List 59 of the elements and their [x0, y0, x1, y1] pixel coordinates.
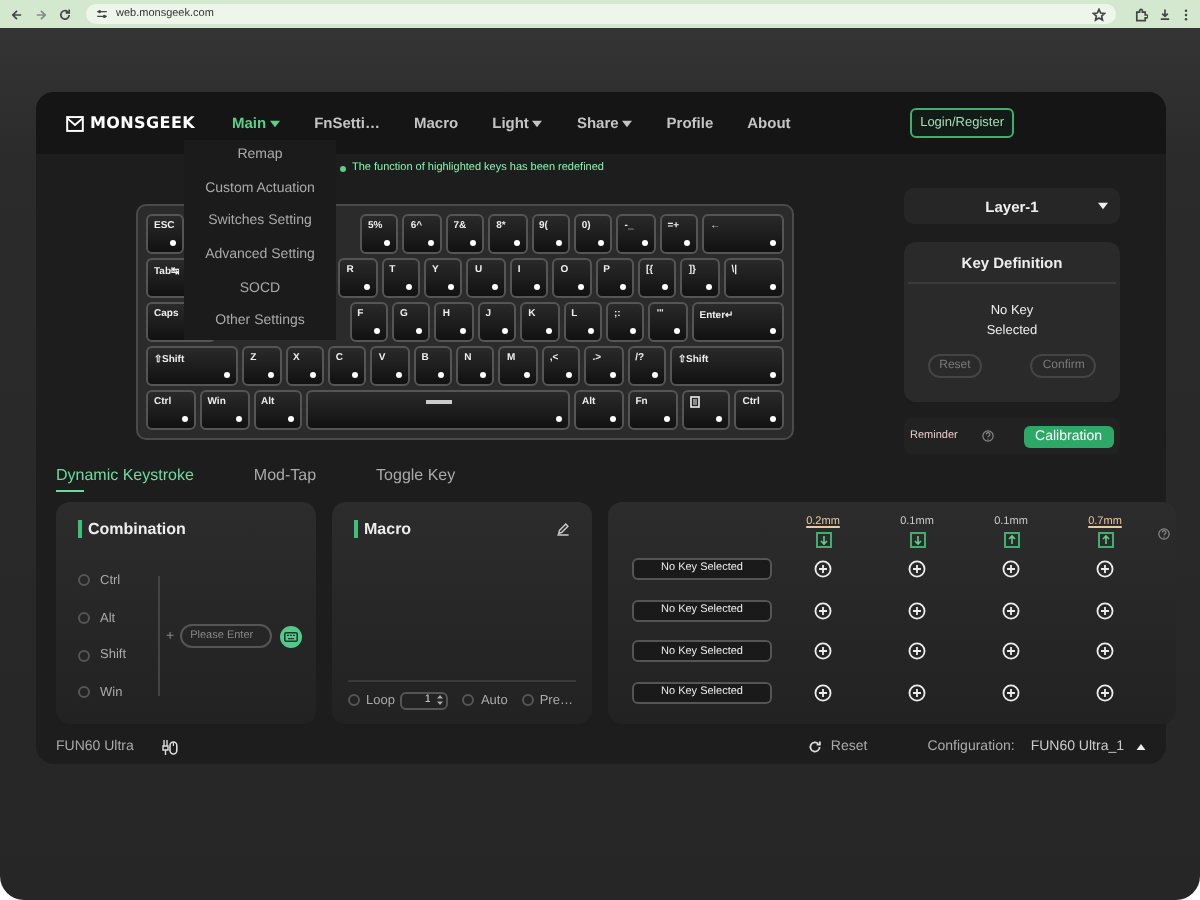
add-icon[interactable]	[1002, 642, 1020, 661]
add-icon[interactable]	[1002, 601, 1020, 620]
help-icon[interactable]	[981, 430, 994, 442]
download-icon[interactable]	[1158, 7, 1172, 21]
add-icon[interactable]	[1002, 559, 1020, 578]
tab[interactable]: Toggle Key	[376, 460, 456, 492]
caret-icon	[532, 119, 543, 127]
add-icon[interactable]	[908, 642, 926, 661]
site-info-icon[interactable]	[96, 8, 108, 20]
bookmark-star-icon[interactable]	[1092, 7, 1106, 21]
radio-button[interactable]	[521, 694, 534, 706]
radio-button[interactable]	[78, 649, 90, 662]
add-icon[interactable]	[1096, 642, 1114, 661]
add-icon[interactable]	[908, 683, 926, 702]
caret-icon	[1136, 743, 1146, 749]
notice-dot	[340, 165, 346, 171]
help-icon[interactable]	[1158, 528, 1170, 540]
radio-button[interactable]	[348, 694, 360, 706]
radio-button[interactable]	[78, 686, 90, 699]
add-icon[interactable]	[814, 601, 832, 620]
logo-icon	[66, 115, 84, 131]
keyboard-key[interactable]	[681, 390, 731, 430]
add-icon[interactable]	[814, 559, 832, 578]
tab[interactable]: Mod-Tap	[253, 460, 317, 492]
press-down-icon[interactable]	[815, 532, 831, 548]
add-icon[interactable]	[814, 642, 832, 661]
back-icon[interactable]	[10, 7, 24, 21]
menu-icon[interactable]	[1182, 7, 1190, 21]
caret-icon	[270, 119, 281, 127]
caret-icon	[1098, 202, 1108, 210]
reload-icon[interactable]	[58, 7, 72, 21]
add-icon[interactable]	[908, 559, 926, 578]
add-icon[interactable]	[1096, 683, 1114, 702]
space-key[interactable]	[306, 390, 570, 430]
brand-name: MONSGEEK	[90, 114, 196, 132]
panel-title: Combination	[78, 520, 316, 538]
add-icon[interactable]	[1002, 683, 1020, 702]
radio-button[interactable]	[78, 574, 90, 587]
device-icon	[161, 737, 178, 755]
press-down-icon[interactable]	[909, 532, 925, 548]
spinner-icon[interactable]	[436, 694, 445, 706]
keyboard-icon	[284, 631, 299, 642]
panel-title: Macro	[354, 520, 412, 538]
keyboard-button[interactable]	[280, 625, 303, 648]
add-icon[interactable]	[908, 601, 926, 620]
radio-button[interactable]	[462, 694, 475, 706]
add-icon[interactable]	[814, 683, 832, 702]
tab[interactable]: Dynamic Keystroke	[56, 460, 194, 492]
caret-icon	[622, 119, 633, 127]
radio-button[interactable]	[78, 612, 90, 625]
menu-key-icon	[689, 396, 699, 408]
refresh-icon	[808, 739, 823, 753]
release-up-icon[interactable]	[1003, 532, 1019, 548]
add-icon[interactable]	[1096, 601, 1114, 620]
add-icon[interactable]	[1096, 559, 1114, 578]
edit-icon[interactable]	[556, 522, 570, 536]
extension-icon[interactable]	[1134, 7, 1148, 21]
release-up-icon[interactable]	[1097, 532, 1113, 548]
forward-icon[interactable]	[34, 7, 48, 21]
